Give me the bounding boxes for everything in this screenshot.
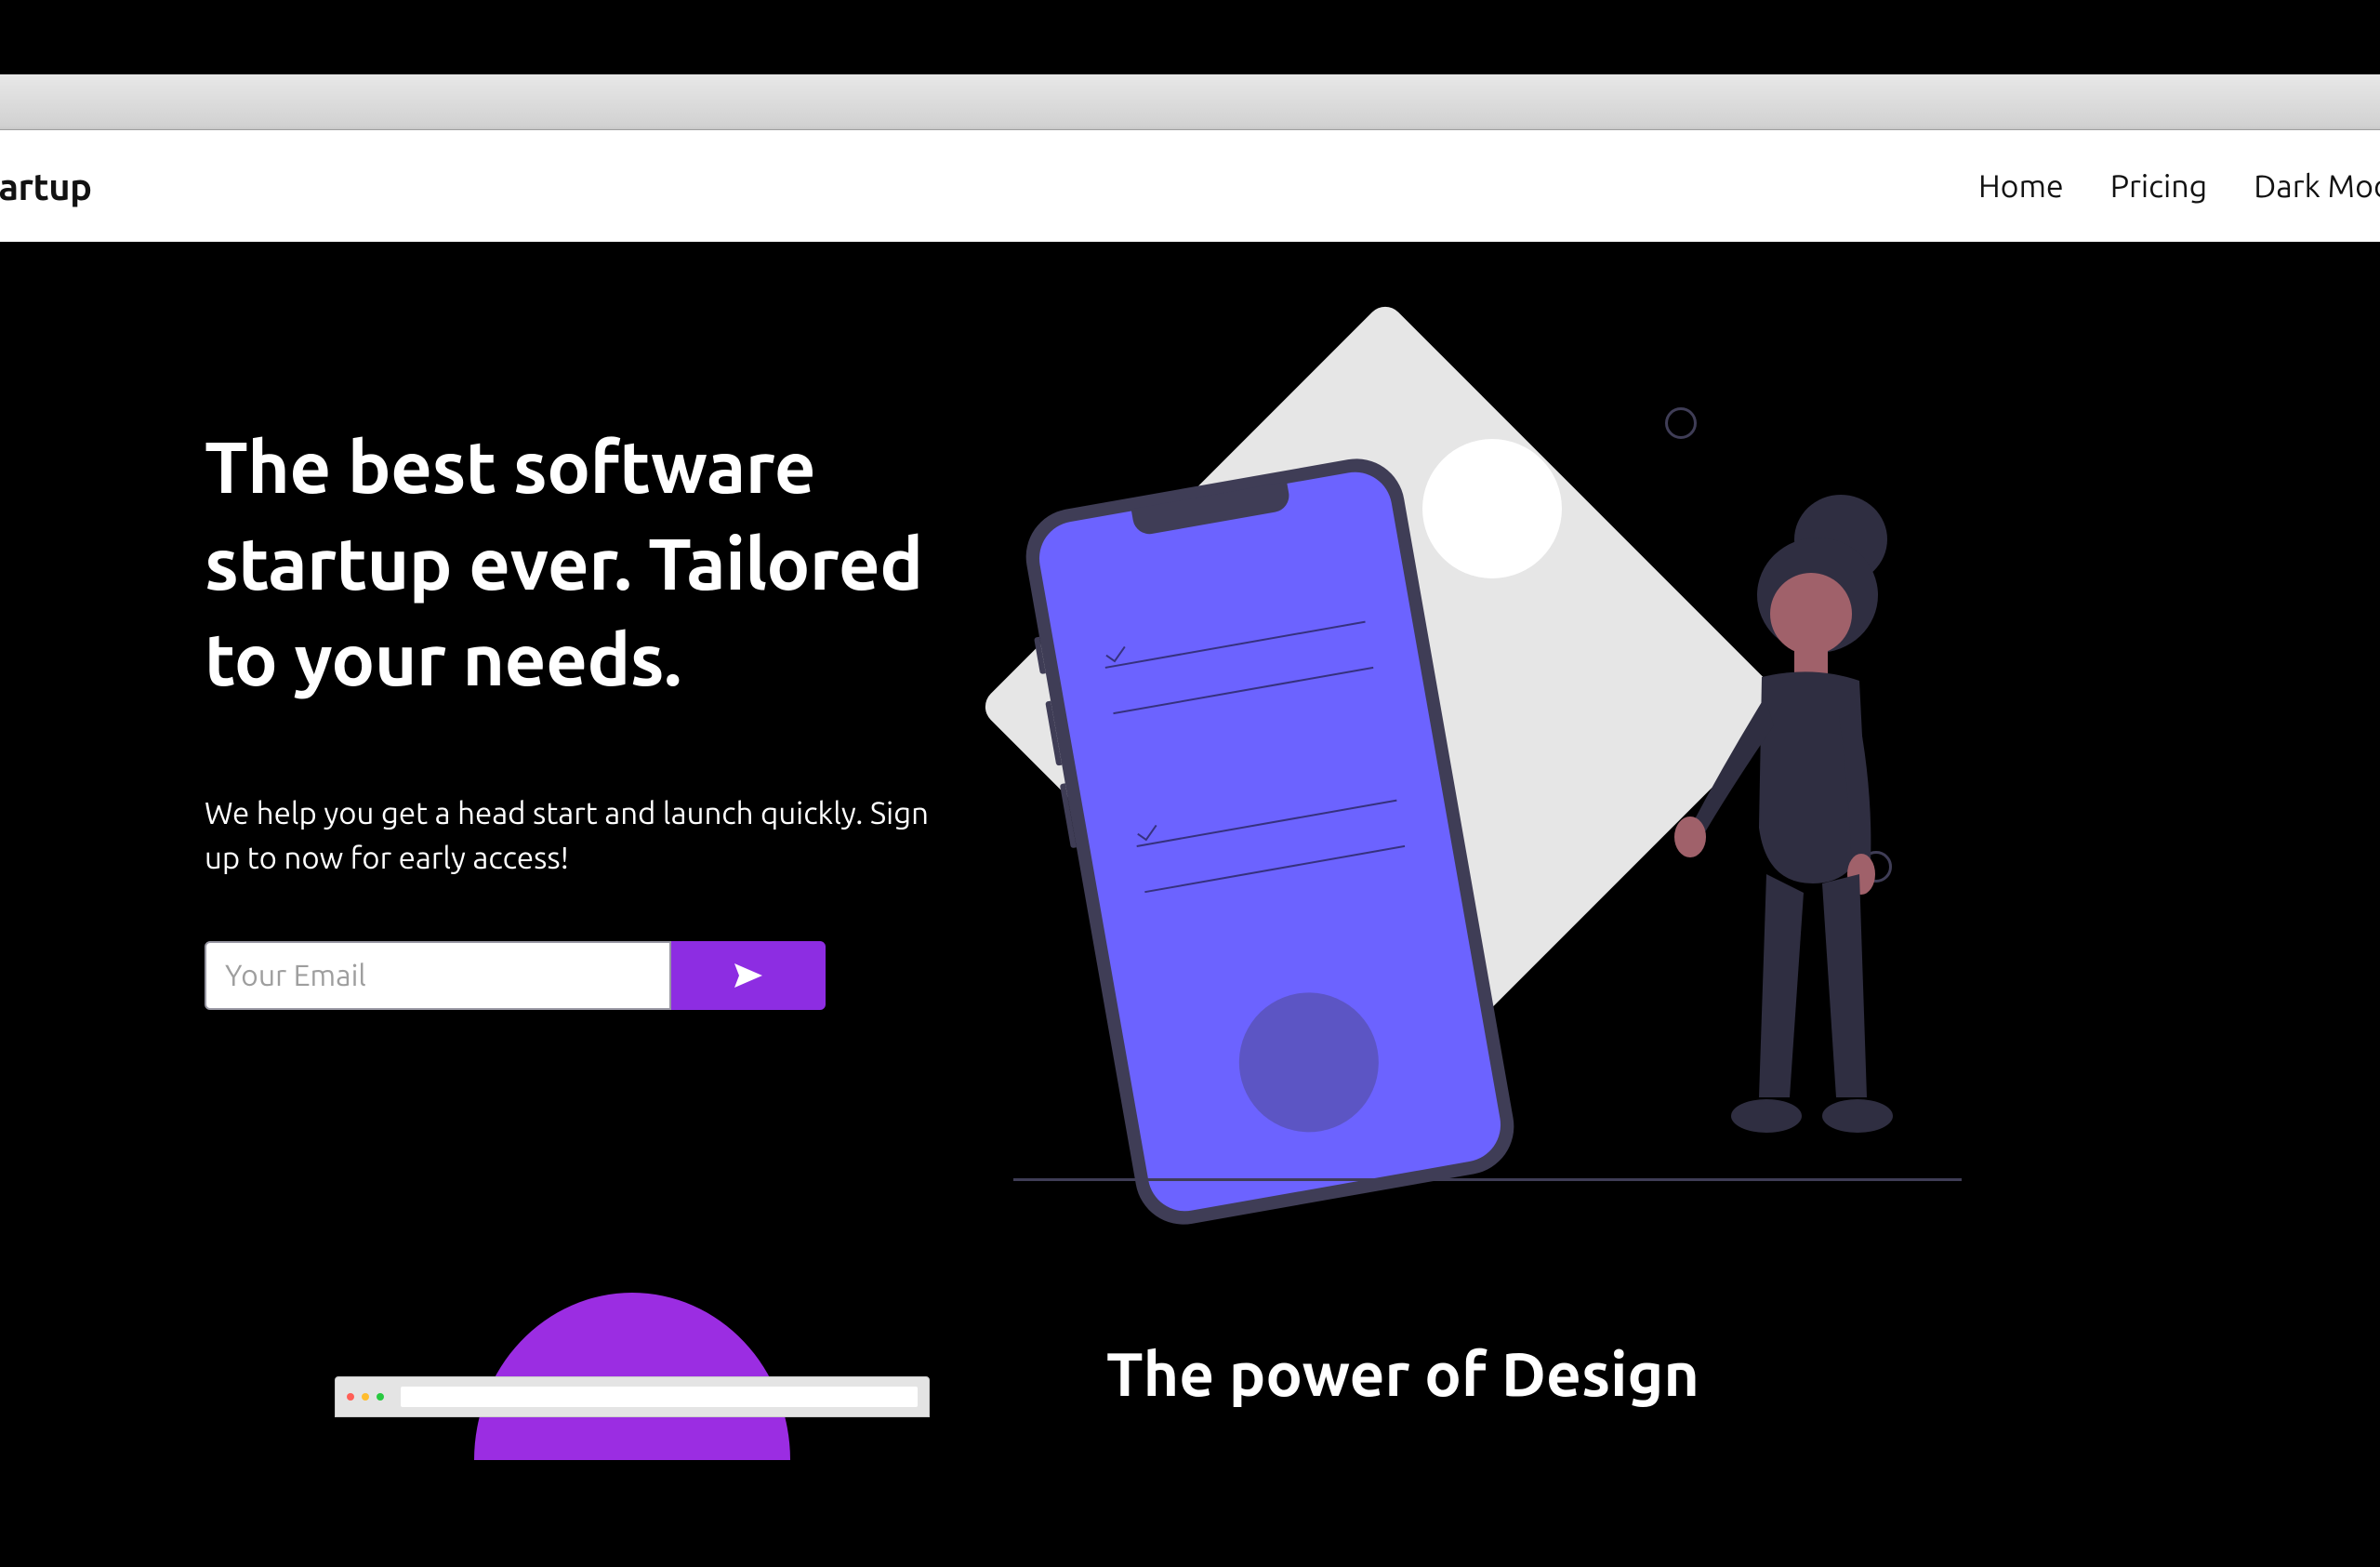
mini-window-dot bbox=[377, 1393, 384, 1401]
mini-window-dot bbox=[362, 1393, 369, 1401]
illustration-mini-browser bbox=[335, 1376, 930, 1417]
hero-subtitle: We help you get a head start and launch … bbox=[205, 791, 930, 881]
browser-titlebar bbox=[0, 74, 2380, 130]
brand-logo[interactable]: Startup bbox=[0, 166, 92, 207]
nav-link-pricing[interactable]: Pricing bbox=[2110, 168, 2208, 204]
illustration-ground-line bbox=[1013, 1178, 1962, 1181]
hero-section: The best software startup ever. Tailored… bbox=[0, 242, 2380, 1153]
nav-link-dark-mode[interactable]: Dark Mode: bbox=[2254, 168, 2380, 204]
site-navbar: Startup Home Pricing Dark Mode: bbox=[0, 130, 2380, 242]
illustration-person bbox=[1673, 484, 1915, 1153]
hero-text-column: The best software startup ever. Tailored… bbox=[205, 391, 930, 1153]
section-design-text: The power of Design bbox=[976, 1339, 2306, 1408]
nav-link-home[interactable]: Home bbox=[1978, 168, 2064, 204]
nav-links: Home Pricing Dark Mode: bbox=[1978, 168, 2380, 204]
email-input[interactable] bbox=[205, 941, 671, 1010]
submit-button[interactable] bbox=[671, 941, 826, 1010]
section-design-illustration bbox=[325, 1339, 976, 1525]
browser-frame: Startup Home Pricing Dark Mode: The best… bbox=[0, 74, 2380, 1525]
illustration-moon bbox=[1422, 439, 1562, 578]
mini-window-dot bbox=[347, 1393, 354, 1401]
illustration-circle bbox=[1665, 407, 1697, 439]
section-design-title: The power of Design bbox=[1106, 1339, 2306, 1408]
send-icon bbox=[734, 963, 762, 988]
hero-illustration bbox=[902, 391, 1878, 1153]
mini-urlbar bbox=[401, 1387, 918, 1407]
signup-form bbox=[205, 941, 826, 1010]
hero-title: The best software startup ever. Tailored… bbox=[205, 418, 930, 708]
